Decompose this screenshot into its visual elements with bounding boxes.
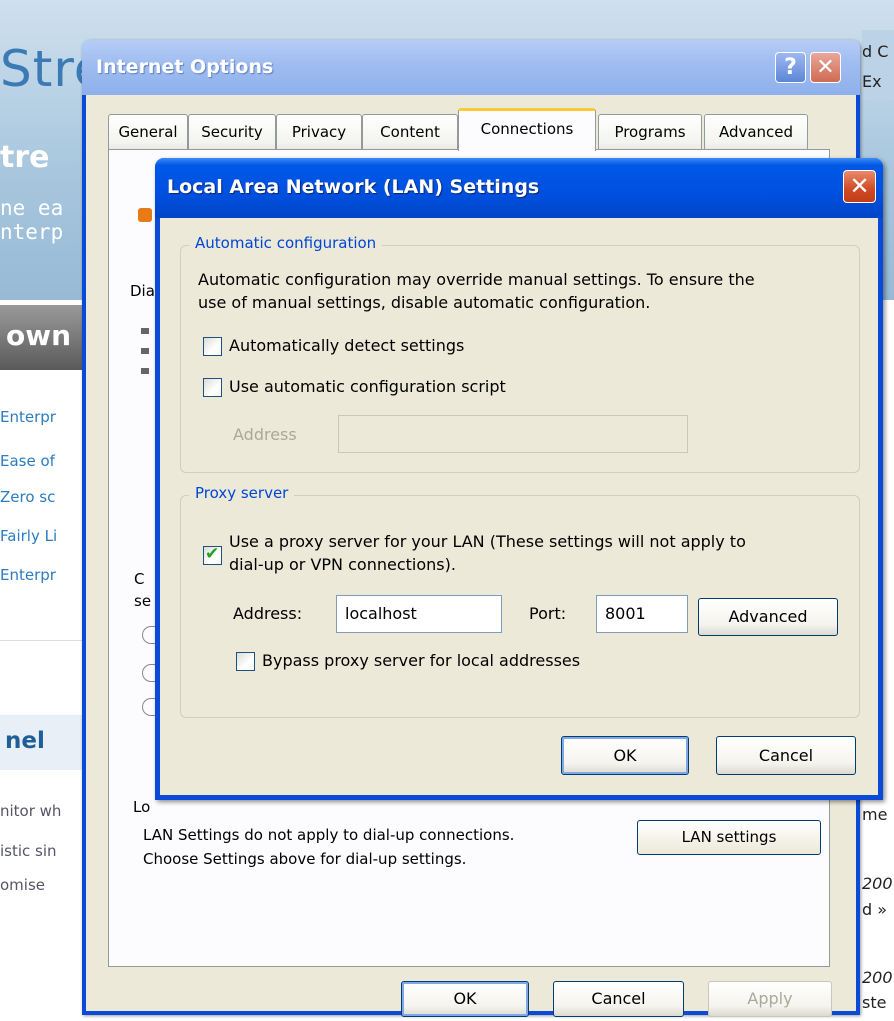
proxy-address-input[interactable]: localhost — [336, 595, 502, 633]
background-right-text: 200 — [862, 874, 893, 893]
tab-general[interactable]: General — [108, 114, 188, 150]
background-tagline-1: ne ea — [0, 196, 64, 220]
checkmark-icon: ✔ — [205, 544, 220, 564]
script-address-field[interactable] — [338, 415, 688, 453]
use-proxy-label-2[interactable]: dial-up or VPN connections). — [229, 555, 456, 574]
apply-button[interactable]: Apply — [708, 981, 832, 1017]
radio-fragment[interactable] — [142, 626, 156, 644]
internet-options-title: Internet Options — [96, 56, 274, 78]
background-list-item[interactable]: Enterpr — [0, 408, 56, 426]
cancel-button[interactable]: Cancel — [553, 981, 684, 1017]
tab-security[interactable]: Security — [188, 114, 276, 150]
background-right-text: 200 — [862, 968, 893, 987]
proxy-server-legend: Proxy server — [189, 484, 295, 502]
tab-advanced[interactable]: Advanced — [704, 114, 808, 150]
background-text-line: nitor wh — [0, 802, 62, 820]
lan-heading-fragment: Lo — [133, 798, 151, 816]
background-divider — [0, 640, 90, 641]
auto-config-description-1: Automatic configuration may override man… — [198, 270, 755, 289]
background-right-text: me — [862, 805, 888, 824]
background-text-line: omise — [0, 876, 45, 894]
lan-cancel-button[interactable]: Cancel — [716, 736, 856, 775]
bypass-local-label[interactable]: Bypass proxy server for local addresses — [262, 651, 580, 670]
tab-privacy[interactable]: Privacy — [276, 114, 362, 150]
lan-note-line-1: LAN Settings do not apply to dial-up con… — [143, 826, 515, 844]
background-channel-heading: nel — [0, 715, 90, 770]
use-config-script-label[interactable]: Use automatic configuration script — [229, 377, 506, 396]
dialup-heading-fragment: Dia — [130, 282, 155, 300]
proxy-port-label: Port: — [529, 604, 567, 623]
proxy-port-input[interactable]: 8001 — [596, 595, 688, 633]
proxy-advanced-button[interactable]: Advanced — [698, 598, 838, 636]
background-tagline-2: nterp — [0, 220, 64, 244]
lan-dialog-titlebar[interactable]: Local Area Network (LAN) Settings ✕ — [155, 158, 883, 218]
background-download-heading: own — [0, 305, 90, 370]
bypass-local-checkbox[interactable] — [236, 652, 255, 671]
internet-options-titlebar[interactable]: Internet Options ? ✕ — [82, 40, 860, 95]
background-text-line: istic sin — [0, 842, 57, 860]
auto-config-description-2: use of manual settings, disable automati… — [198, 293, 651, 312]
lan-dialog-body: Automatic configuration Automatic config… — [160, 218, 878, 795]
help-button[interactable]: ? — [775, 52, 806, 83]
background-list-item[interactable]: Ease of — [0, 452, 55, 470]
close-icon[interactable]: ✕ — [843, 170, 876, 203]
auto-detect-checkbox[interactable] — [203, 337, 222, 356]
background-subtitle: tre — [0, 140, 50, 175]
use-proxy-label-1[interactable]: Use a proxy server for your LAN (These s… — [229, 532, 746, 551]
tab-content[interactable]: Content — [362, 114, 458, 150]
background-list-item[interactable]: Zero sc — [0, 488, 55, 506]
lan-ok-button[interactable]: OK — [561, 736, 689, 775]
auto-detect-label[interactable]: Automatically detect settings — [229, 336, 464, 355]
lan-dialog-title: Local Area Network (LAN) Settings — [167, 176, 540, 198]
radio-fragment[interactable] — [142, 664, 156, 682]
use-config-script-checkbox[interactable] — [203, 378, 222, 397]
lan-note-line-2: Choose Settings above for dial-up settin… — [143, 850, 467, 868]
lan-settings-dialog: Local Area Network (LAN) Settings ✕ Auto… — [155, 158, 883, 800]
background-list-item[interactable]: Enterpr — [0, 566, 56, 584]
lan-settings-button[interactable]: LAN settings — [637, 820, 821, 855]
background-right-text: d » — [862, 900, 888, 919]
settings-fragment-se: se — [134, 592, 152, 610]
background-right-text: d C — [862, 42, 889, 61]
setup-icon — [138, 208, 152, 222]
close-button[interactable]: ✕ — [810, 52, 841, 83]
background-right-text: Ex — [862, 72, 882, 91]
use-proxy-checkbox[interactable]: ✔ — [203, 544, 222, 565]
script-address-label: Address — [233, 425, 297, 444]
proxy-server-group: Proxy server ✔ Use a proxy server for yo… — [180, 484, 860, 718]
background-right-text: ste — [862, 993, 887, 1012]
dialup-list-icons — [141, 328, 149, 386]
ok-button[interactable]: OK — [401, 981, 529, 1017]
background-list-item[interactable]: Fairly Li — [0, 527, 57, 545]
settings-fragment-c: C — [134, 570, 145, 588]
proxy-address-label: Address: — [233, 604, 303, 623]
tab-programs[interactable]: Programs — [598, 114, 702, 150]
tab-connections[interactable]: Connections — [458, 108, 596, 151]
radio-fragment[interactable] — [142, 698, 156, 716]
automatic-configuration-group: Automatic configuration Automatic config… — [180, 234, 860, 473]
automatic-configuration-legend: Automatic configuration — [189, 234, 383, 252]
